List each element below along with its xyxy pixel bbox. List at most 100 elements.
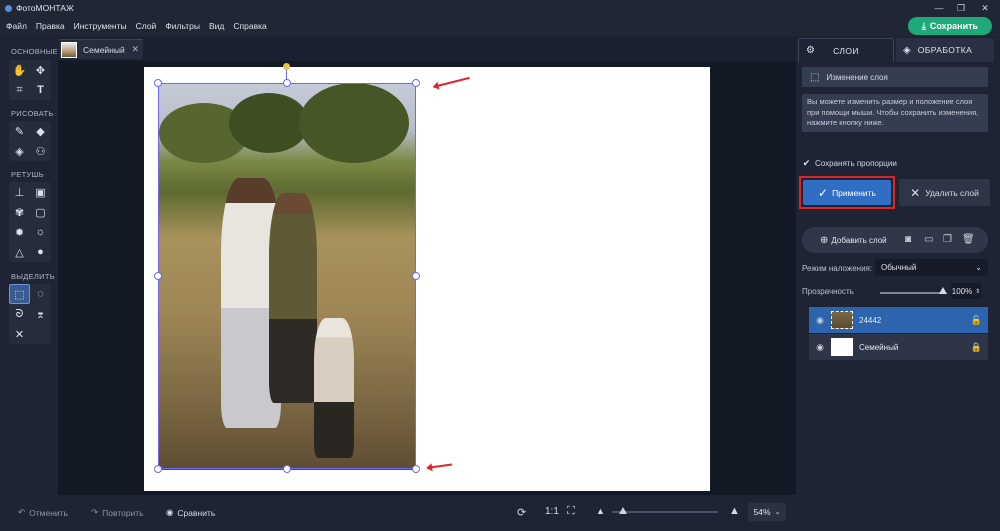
resize-handle-right[interactable] — [412, 272, 420, 280]
mask-icon[interactable]: ◙ — [905, 234, 911, 245]
redo-button[interactable]: ↷ Повторить — [91, 507, 144, 518]
close-tab-icon[interactable]: ✕ — [131, 44, 139, 55]
opacity-value[interactable]: 100% ⇕ — [951, 283, 981, 299]
document-tab-label: Семейный — [83, 44, 125, 55]
add-layer-button[interactable]: ⊕ Добавить слой — [820, 235, 887, 246]
patch-icon[interactable]: ✾ — [9, 202, 30, 222]
checkmark-icon: ✔ — [802, 158, 811, 168]
resize-handle-bottom-right[interactable] — [412, 465, 420, 473]
zoom-value[interactable]: 54% ⌄ — [748, 503, 786, 521]
lasso-icon[interactable]: ᘐ — [9, 304, 30, 324]
duplicate-icon[interactable]: ❐ — [943, 234, 952, 245]
brightness-icon[interactable]: ✹ — [9, 222, 30, 242]
frame-icon[interactable]: ▢ — [30, 202, 51, 222]
menu-layer[interactable]: Слой — [136, 21, 157, 31]
contrast-icon[interactable]: ☼ — [30, 222, 51, 242]
blend-mode-label: Режим наложения: — [802, 264, 873, 273]
layers-stack-icon: ◈ — [903, 44, 912, 56]
layer-name: Семейный — [859, 342, 899, 352]
annotation-arrow-bottom — [429, 463, 453, 469]
eye-icon: ◉ — [166, 507, 174, 517]
tab-processing[interactable]: ◈ ОБРАБОТКА — [896, 38, 994, 62]
menu-edit[interactable]: Правка — [36, 21, 65, 31]
compare-button[interactable]: ◉ Сравнить — [166, 507, 215, 518]
brush-icon[interactable]: ✎ — [9, 121, 30, 141]
zoom-slider-handle[interactable] — [619, 507, 627, 514]
undo-button[interactable]: ↶ Отменить — [18, 507, 68, 518]
magic-wand-icon[interactable]: ✕ — [9, 324, 30, 344]
fill-icon[interactable]: ◈ — [9, 141, 30, 161]
move-icon[interactable]: ✥ — [30, 60, 51, 80]
menu-help[interactable]: Справка — [233, 21, 266, 31]
keep-proportions-checkbox[interactable]: ✔ Сохранять пропорции — [802, 158, 897, 168]
layer-row[interactable]: ◉ 24442 🔓 — [809, 307, 988, 333]
text-icon[interactable]: T — [30, 80, 51, 100]
rotate-view-icon[interactable]: ⟳ — [517, 506, 526, 519]
canvas-sheet — [144, 63, 710, 491]
select-tools: ⬚ ◌ ᘐ ⌆ ✕ — [9, 284, 51, 344]
resize-handle-top[interactable] — [283, 79, 291, 87]
maximize-button[interactable]: ❐ — [948, 0, 974, 16]
zoom-out-mountain-icon[interactable]: ▲ — [596, 506, 605, 516]
polygon-lasso-icon[interactable]: ⌆ — [30, 304, 51, 324]
blend-mode-select[interactable]: Обычный ⌄ — [875, 259, 988, 276]
hand-icon[interactable]: ✋ — [9, 60, 30, 80]
menu-tools[interactable]: Инструменты — [74, 21, 127, 31]
resize-handle-top-right[interactable] — [412, 79, 420, 87]
toolbox: ОСНОВНЫЕ ✋ ✥ ⌗ T РИСОВАТЬ ✎ ◆ ◈ ⚇ РЕТУШЬ… — [0, 37, 58, 495]
fit-screen-icon[interactable]: ⛶ — [567, 505, 575, 518]
layer-change-header: ⬚ Изменение слоя — [802, 67, 988, 87]
selection-frame-icon: ⬚ — [810, 71, 820, 83]
layer-row[interactable]: ◉ Семейный 🔒 — [809, 334, 988, 360]
layer-thumbnail — [831, 311, 853, 329]
zoom-in-mountain-icon[interactable]: ▲ — [729, 505, 740, 517]
folder-icon[interactable]: ▭ — [924, 234, 933, 245]
delete-layer-label: Удалить слой — [925, 187, 979, 198]
opacity-slider[interactable] — [880, 292, 944, 294]
add-layer-label: Добавить слой — [831, 235, 887, 245]
apply-button-highlight: ✓ Применить — [799, 176, 895, 209]
ellipse-select-icon[interactable]: ◌ — [30, 284, 51, 304]
menu-filters[interactable]: Фильтры — [165, 21, 200, 31]
annotation-arrow-top — [436, 76, 470, 88]
shapes-icon[interactable]: ⚇ — [30, 141, 51, 161]
zoom-slider[interactable] — [612, 511, 718, 513]
layer-selection-frame[interactable] — [158, 83, 416, 469]
menu-file[interactable]: Файл — [6, 21, 27, 31]
visibility-eye-icon[interactable]: ◉ — [811, 342, 829, 353]
trash-icon[interactable]: 🗑 — [962, 234, 975, 245]
healing-icon[interactable]: ▣ — [30, 182, 51, 202]
unlock-icon[interactable]: 🔓 — [971, 315, 982, 326]
stamp-icon[interactable]: ⊥ — [9, 182, 30, 202]
section-draw-label: РИСОВАТЬ — [11, 109, 54, 118]
actual-size-button[interactable]: 1:1 — [545, 506, 559, 517]
bottom-toolbar: ↶ Отменить ↷ Повторить ◉ Сравнить ⟳ 1:1 … — [0, 495, 1000, 531]
section-select-label: ВЫДЕЛИТЬ — [11, 272, 55, 281]
delete-layer-button[interactable]: ✕ Удалить слой — [899, 179, 990, 206]
save-button[interactable]: ⤓ Сохранить — [908, 17, 992, 35]
lock-icon[interactable]: 🔒 — [971, 342, 982, 353]
layer-actions-bar: ⊕ Добавить слой ◙ ▭ ❐ 🗑 — [802, 227, 988, 253]
menu-view[interactable]: Вид — [209, 21, 224, 31]
document-tab[interactable]: Семейный ✕ — [59, 39, 143, 59]
resize-handle-bottom-left[interactable] — [154, 465, 162, 473]
resize-handle-top-left[interactable] — [154, 79, 162, 87]
canvas-area[interactable] — [58, 61, 796, 495]
apply-button[interactable]: ✓ Применить — [803, 180, 891, 205]
opacity-slider-handle[interactable] — [939, 287, 947, 294]
blur-icon[interactable]: ● — [30, 242, 51, 262]
resize-handle-bottom[interactable] — [283, 465, 291, 473]
layer-name: 24442 — [859, 315, 882, 325]
tab-layers[interactable]: ⚙ СЛОИ — [798, 38, 894, 62]
rect-select-icon[interactable]: ⬚ — [9, 284, 30, 304]
sharpen-icon[interactable]: △ — [9, 242, 30, 262]
close-window-button[interactable]: ✕ — [972, 0, 998, 16]
resize-handle-left[interactable] — [154, 272, 162, 280]
visibility-eye-icon[interactable]: ◉ — [811, 315, 829, 326]
apply-button-label: Применить — [832, 187, 876, 198]
tab-processing-label: ОБРАБОТКА — [917, 45, 973, 55]
x-icon: ✕ — [910, 185, 921, 200]
eraser-icon[interactable]: ◆ — [30, 121, 51, 141]
crop-icon[interactable]: ⌗ — [9, 80, 30, 100]
rotation-handle[interactable] — [283, 63, 290, 70]
